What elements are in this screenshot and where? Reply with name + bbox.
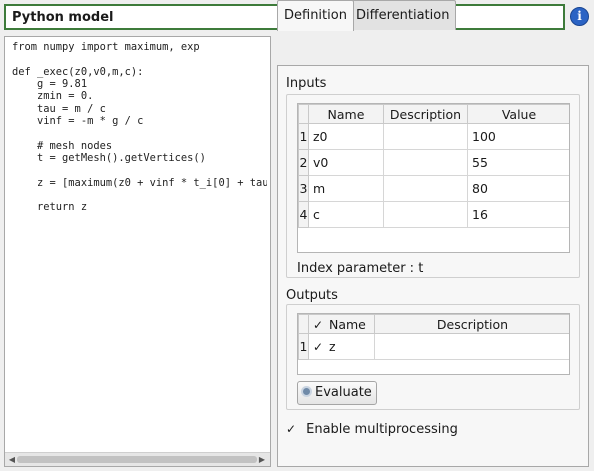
code-line[interactable] [12,127,267,139]
definition-panel: Inputs Name Description Value 1 z0 100 2… [277,65,589,467]
code-line[interactable]: tau = m / c [12,103,267,115]
row-number[interactable]: 1 [298,333,309,360]
multiprocessing-option[interactable]: ✓ Enable multiprocessing [286,422,458,437]
column-header-value[interactable]: Value [467,104,569,124]
table-row[interactable]: 3 m 80 [298,175,569,202]
inputs-group: Name Description Value 1 z0 100 2 v0 55 [286,94,580,278]
output-name-cell[interactable]: ✓ z [308,333,375,360]
evaluate-label: Evaluate [315,385,372,400]
input-description-cell[interactable] [383,123,468,150]
scroll-right-icon[interactable]: ▶ [257,455,267,465]
output-name: z [328,339,336,354]
code-line[interactable] [12,189,267,201]
column-header-name-label: Name [328,316,366,332]
code-line[interactable]: z = [maximum(z0 + vinf * t_i[0] + tau [12,177,267,189]
info-icon[interactable]: i [570,7,589,26]
scrollbar-thumb[interactable] [17,456,257,463]
evaluate-button[interactable]: Evaluate [297,381,377,405]
code-line[interactable]: return z [12,201,267,213]
gear-icon [301,386,312,397]
input-name-cell[interactable]: z0 [308,123,384,150]
output-checkbox[interactable]: ✓ [313,340,325,354]
code-line[interactable]: t = getMesh().getVertices() [12,152,267,164]
row-number[interactable]: 3 [298,175,309,202]
scroll-left-icon[interactable]: ◀ [7,455,17,465]
outputs-table[interactable]: ✓ Name Description 1 ✓ z [297,313,570,375]
tab-differentiation[interactable]: Differentiation [349,0,457,30]
input-value-cell[interactable]: 100 [467,123,569,150]
column-header-name[interactable]: ✓ Name [308,314,375,334]
column-header-description[interactable]: Description [374,314,569,334]
code-line[interactable]: def _exec(z0,v0,m,c): [12,66,267,78]
multiprocessing-label: Enable multiprocessing [306,422,458,437]
input-value-cell[interactable]: 55 [467,149,569,176]
table-row[interactable]: 1 z0 100 [298,123,569,150]
code-line[interactable] [12,164,267,176]
index-parameter-label: Index parameter : t [297,261,424,276]
outputs-title: Outputs [286,288,338,303]
output-description-cell[interactable] [374,333,569,360]
table-row[interactable]: 4 c 16 [298,201,569,228]
row-number[interactable]: 4 [298,201,309,228]
outputs-group: ✓ Name Description 1 ✓ z Evaluate [286,304,580,410]
code-line[interactable]: # mesh nodes [12,140,267,152]
input-description-cell[interactable] [383,201,468,228]
input-name-cell[interactable]: m [308,175,384,202]
input-description-cell[interactable] [383,149,468,176]
table-row[interactable]: 2 v0 55 [298,149,569,176]
code-line[interactable]: zmin = 0. [12,90,267,102]
code-editor[interactable]: from numpy import maximum, exp def _exec… [4,36,271,467]
table-row[interactable]: 1 ✓ z [298,333,569,360]
code-line[interactable] [12,53,267,65]
multiprocessing-checkbox[interactable]: ✓ [286,422,298,436]
input-value-cell[interactable]: 80 [467,175,569,202]
code-line[interactable]: vinf = -m * g / c [12,115,267,127]
input-name-cell[interactable]: c [308,201,384,228]
corner-header [298,314,309,334]
column-header-name[interactable]: Name [308,104,384,124]
splitter-handle[interactable] [271,36,276,467]
select-all-checkbox[interactable]: ✓ [313,318,325,332]
input-name-cell[interactable]: v0 [308,149,384,176]
code-line[interactable]: g = 9.81 [12,78,267,90]
tab-definition[interactable]: Definition [277,0,354,31]
code-text[interactable]: from numpy import maximum, exp def _exec… [12,41,267,449]
corner-header [298,104,309,124]
horizontal-scrollbar[interactable]: ◀ ▶ [5,452,270,466]
column-header-description[interactable]: Description [383,104,468,124]
code-line[interactable]: from numpy import maximum, exp [12,41,267,53]
input-description-cell[interactable] [383,175,468,202]
inputs-title: Inputs [286,76,327,91]
row-number[interactable]: 2 [298,149,309,176]
inputs-table[interactable]: Name Description Value 1 z0 100 2 v0 55 [297,103,570,253]
input-value-cell[interactable]: 16 [467,201,569,228]
row-number[interactable]: 1 [298,123,309,150]
